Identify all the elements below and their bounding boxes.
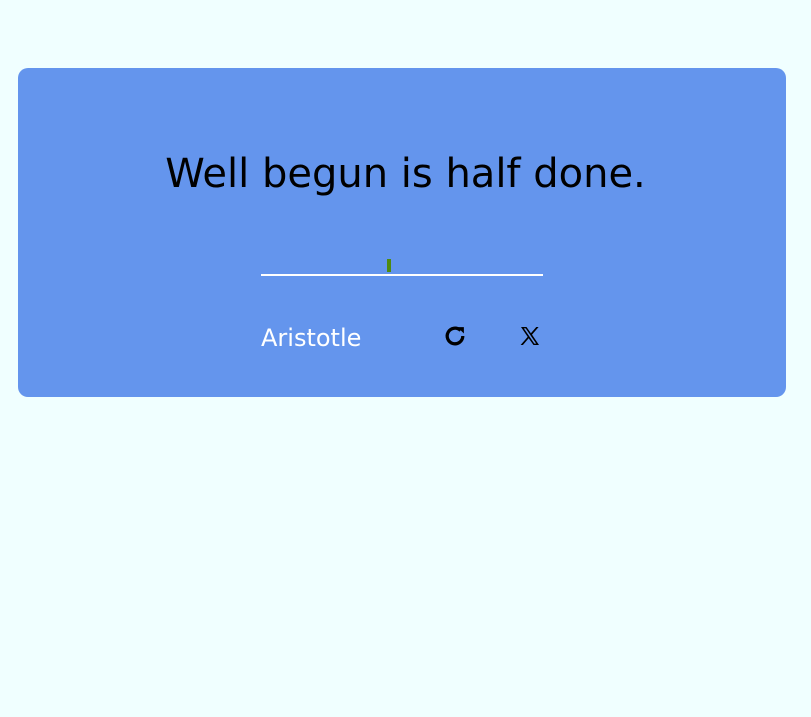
quote-card bbox=[18, 68, 786, 397]
x-logo-icon bbox=[518, 324, 542, 348]
divider bbox=[261, 274, 543, 276]
new-quote-button[interactable] bbox=[439, 320, 471, 352]
quote-author: Aristotle bbox=[261, 324, 362, 352]
quote-text: Well begun is half done. bbox=[165, 151, 646, 197]
refresh-icon bbox=[442, 323, 468, 349]
accent-marker bbox=[387, 259, 391, 272]
tweet-quote-button[interactable] bbox=[514, 320, 546, 352]
